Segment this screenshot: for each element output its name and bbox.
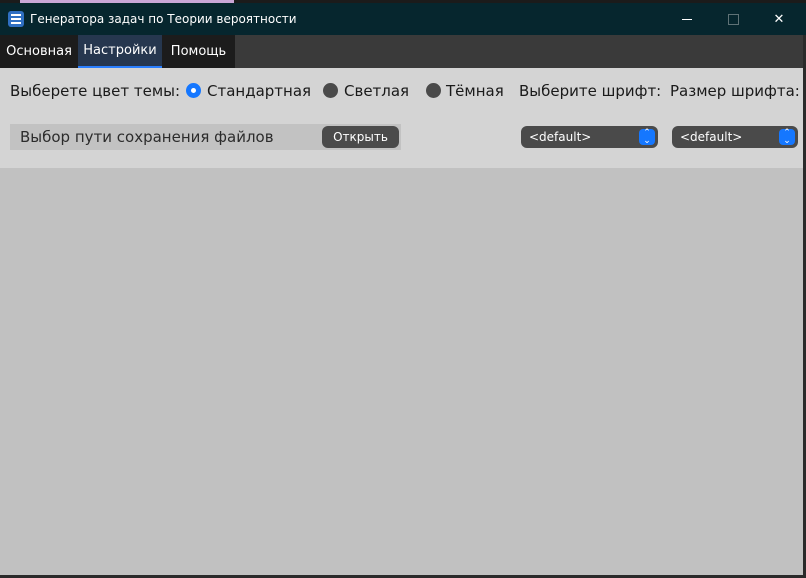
font-select-value: <default> [529, 130, 592, 144]
font-size-label: Размер шрифта: [670, 82, 800, 100]
window-title: Генератора задач по Теории вероятности [30, 12, 297, 26]
close-button[interactable]: ✕ [756, 3, 802, 35]
chevron-updown-icon: ⌃ ⌄ [639, 129, 655, 146]
title-bar: Генератора задач по Теории вероятности ✕ [0, 3, 806, 35]
tab-settings[interactable]: Настройки [78, 35, 162, 68]
close-icon: ✕ [773, 11, 785, 27]
radio-standard[interactable] [186, 83, 201, 98]
radio-standard-label[interactable]: Стандартная [207, 82, 311, 100]
radio-dark-label[interactable]: Тёмная [446, 82, 504, 100]
maximize-icon [727, 13, 739, 25]
app-list-icon [8, 11, 24, 27]
minimize-button[interactable] [664, 3, 710, 35]
tab-main[interactable]: Основная [0, 35, 78, 68]
app-window: Генератора задач по Теории вероятности ✕… [0, 0, 806, 578]
radio-light-label[interactable]: Светлая [344, 82, 409, 100]
maximize-button[interactable] [710, 3, 756, 35]
tab-help[interactable]: Помощь [162, 35, 235, 68]
open-button[interactable]: Открыть [322, 126, 399, 148]
save-path-label: Выбор пути сохранения файлов [20, 128, 274, 146]
theme-label: Выберете цвет темы: [10, 82, 181, 100]
font-select[interactable]: <default> ⌃ ⌄ [521, 126, 658, 148]
radio-light[interactable] [323, 83, 338, 98]
tab-bar: Основная Настройки Помощь [0, 35, 806, 68]
chevron-updown-icon: ⌃ ⌄ [779, 129, 795, 146]
font-size-select[interactable]: <default> ⌃ ⌄ [672, 126, 798, 148]
font-size-select-value: <default> [680, 130, 743, 144]
radio-dark[interactable] [426, 83, 441, 98]
minimize-icon [682, 18, 692, 20]
font-label: Выберите шрифт: [519, 82, 662, 100]
